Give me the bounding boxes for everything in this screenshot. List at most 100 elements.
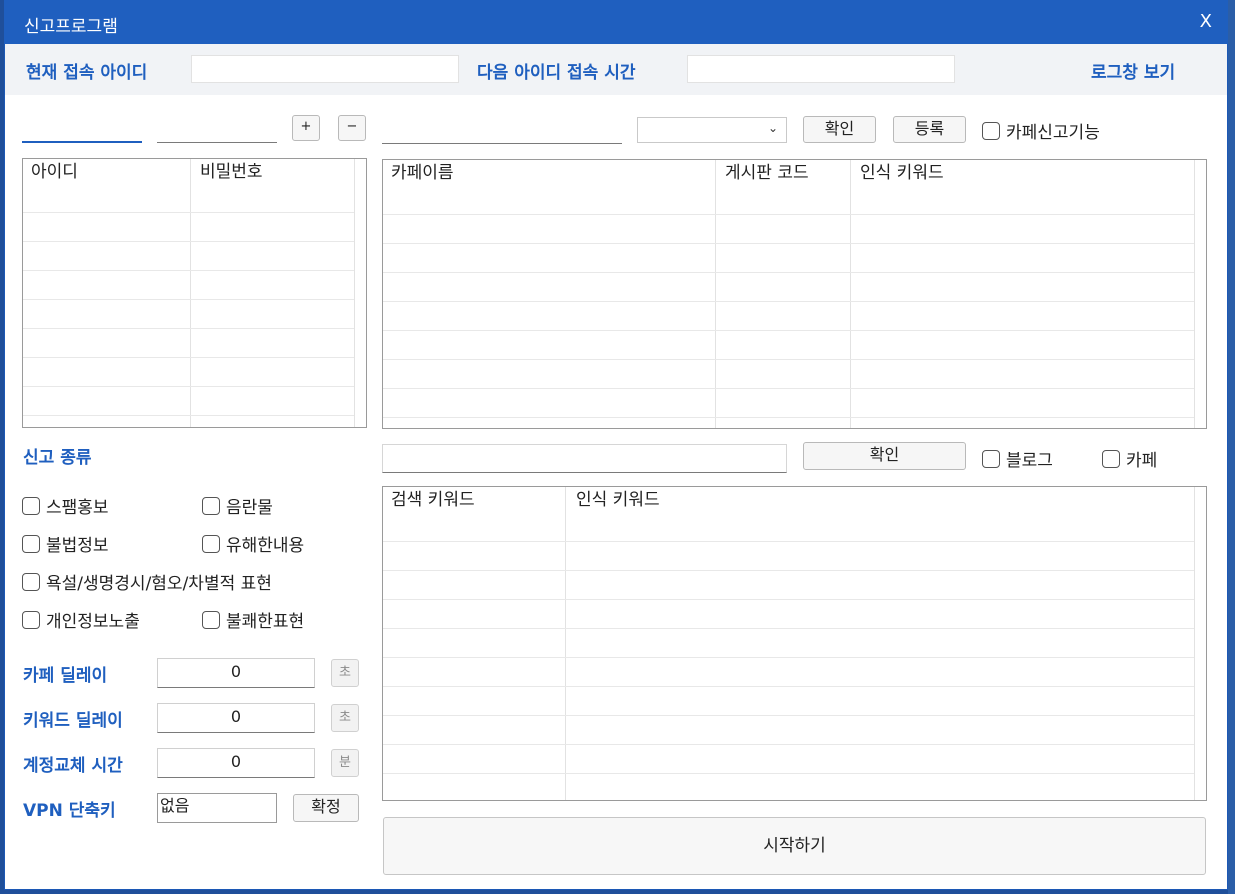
row-divider bbox=[383, 686, 1194, 687]
row-divider bbox=[383, 388, 1194, 389]
checkbox-box[interactable] bbox=[22, 610, 40, 629]
view-log-link[interactable]: 로그창 보기 bbox=[1091, 58, 1175, 83]
checkbox-box[interactable] bbox=[202, 610, 220, 629]
checkbox-box[interactable] bbox=[22, 534, 40, 553]
report-type-spam[interactable]: 스팸홍보 bbox=[22, 493, 109, 518]
remove-account-button[interactable]: − bbox=[338, 115, 366, 141]
keyword-delay-label: 키워드 딜레이 bbox=[23, 711, 123, 731]
report-type-personal-info[interactable]: 개인정보노출 bbox=[22, 607, 140, 632]
cafe-checkbox[interactable]: 카페 bbox=[1102, 446, 1157, 471]
column-header-search-keyword[interactable]: 검색 키워드 bbox=[383, 487, 475, 513]
column-header-recognition-keyword[interactable]: 인식 키워드 bbox=[852, 160, 944, 186]
close-icon[interactable]: X bbox=[1200, 11, 1212, 32]
report-type-label: 스팸홍보 bbox=[46, 498, 109, 518]
keyword-confirm-button[interactable]: 확인 bbox=[803, 442, 966, 470]
row-divider bbox=[23, 328, 354, 329]
vpn-shortcut-input[interactable]: 없음 bbox=[157, 793, 277, 823]
column-header-password[interactable]: 비밀번호 bbox=[192, 159, 263, 185]
report-types-heading: 신고 종류 bbox=[23, 448, 92, 468]
report-type-label: 불쾌한표현 bbox=[226, 612, 305, 632]
row-divider bbox=[383, 570, 1194, 571]
row-divider bbox=[23, 299, 354, 300]
report-type-offensive[interactable]: 불쾌한표현 bbox=[202, 607, 304, 632]
report-type-harmful[interactable]: 유해한내용 bbox=[202, 531, 304, 556]
row-divider bbox=[23, 386, 354, 387]
account-pw-input[interactable] bbox=[157, 114, 277, 143]
current-id-field[interactable] bbox=[191, 55, 459, 83]
row-divider bbox=[383, 628, 1194, 629]
row-divider bbox=[383, 301, 1194, 302]
report-type-illegal[interactable]: 불법정보 bbox=[22, 531, 109, 556]
row-divider bbox=[383, 417, 1194, 418]
cafe-delay-label: 카페 딜레이 bbox=[23, 666, 108, 686]
start-button[interactable]: 시작하기 bbox=[383, 817, 1206, 875]
report-type-obscene[interactable]: 음란물 bbox=[202, 493, 273, 518]
report-type-abuse[interactable]: 욕설/생명경시/혐오/차별적 표현 bbox=[22, 569, 272, 594]
column-header-board-code[interactable]: 게시판 코드 bbox=[717, 160, 809, 186]
blog-label: 블로그 bbox=[1006, 451, 1053, 471]
row-divider bbox=[23, 415, 354, 416]
keyword-delay-input[interactable]: 0 bbox=[157, 703, 315, 733]
cafe-confirm-button[interactable]: 확인 bbox=[803, 116, 876, 143]
row-divider bbox=[383, 214, 1194, 215]
column-divider bbox=[1194, 160, 1195, 428]
row-divider bbox=[383, 657, 1194, 658]
chevron-down-icon: ⌄ bbox=[767, 121, 778, 135]
row-divider bbox=[383, 773, 1194, 774]
report-type-label: 욕설/생명경시/혐오/차별적 표현 bbox=[46, 574, 272, 594]
row-divider bbox=[383, 744, 1194, 745]
account-switch-input[interactable]: 0 bbox=[157, 748, 315, 778]
column-header-id[interactable]: 아이디 bbox=[23, 159, 78, 185]
row-divider bbox=[383, 715, 1194, 716]
cafe-select[interactable]: ⌄ bbox=[637, 117, 787, 143]
account-id-input[interactable] bbox=[22, 114, 142, 143]
keyword-table[interactable]: 검색 키워드 인식 키워드 bbox=[382, 486, 1207, 801]
row-divider bbox=[23, 212, 354, 213]
cafe-name-input[interactable] bbox=[382, 114, 622, 144]
row-divider bbox=[383, 359, 1194, 360]
column-divider bbox=[1194, 487, 1195, 800]
current-id-label: 현재 접속 아이디 bbox=[26, 63, 148, 83]
cafe-register-button[interactable]: 등록 bbox=[893, 116, 966, 143]
column-header-cafe-name[interactable]: 카페이름 bbox=[383, 160, 454, 186]
cafe-delay-input[interactable]: 0 bbox=[157, 658, 315, 688]
cafe-delay-unit: 초 bbox=[331, 659, 359, 687]
row-divider bbox=[23, 357, 354, 358]
cafe-table[interactable]: 카페이름 게시판 코드 인식 키워드 bbox=[382, 159, 1207, 429]
window-title: 신고프로그램 bbox=[24, 17, 118, 37]
blog-checkbox[interactable]: 블로그 bbox=[982, 446, 1053, 471]
report-type-label: 불법정보 bbox=[46, 536, 109, 556]
cafe-report-label: 카페신고기능 bbox=[1006, 123, 1100, 143]
next-id-time-field[interactable] bbox=[687, 55, 955, 83]
checkbox-box[interactable] bbox=[202, 496, 220, 515]
cafe-label: 카페 bbox=[1126, 451, 1158, 471]
column-header-recognition-keyword[interactable]: 인식 키워드 bbox=[568, 487, 660, 513]
account-switch-unit: 분 bbox=[331, 749, 359, 777]
checkbox-box[interactable] bbox=[982, 449, 1000, 468]
row-divider bbox=[383, 243, 1194, 244]
account-switch-label: 계정교체 시간 bbox=[23, 756, 123, 776]
column-divider bbox=[354, 159, 355, 427]
checkbox-box[interactable] bbox=[22, 572, 40, 591]
next-id-time-label: 다음 아이디 접속 시간 bbox=[477, 63, 636, 83]
column-divider bbox=[565, 487, 566, 800]
checkbox-box[interactable] bbox=[1102, 449, 1120, 468]
checkbox-box[interactable] bbox=[982, 121, 1000, 140]
cafe-report-checkbox[interactable]: 카페신고기능 bbox=[982, 118, 1100, 143]
title-bar: 신고프로그램 X bbox=[4, 0, 1228, 44]
checkbox-box[interactable] bbox=[202, 534, 220, 553]
row-divider bbox=[383, 272, 1194, 273]
row-divider bbox=[23, 241, 354, 242]
account-table[interactable]: 아이디 비밀번호 bbox=[22, 158, 367, 428]
row-divider bbox=[383, 599, 1194, 600]
vpn-confirm-button[interactable]: 확정 bbox=[293, 794, 359, 822]
keyword-delay-unit: 초 bbox=[331, 704, 359, 732]
row-divider bbox=[23, 270, 354, 271]
row-divider bbox=[383, 330, 1194, 331]
report-type-label: 유해한내용 bbox=[226, 536, 305, 556]
vpn-shortcut-label: VPN 단축키 bbox=[23, 801, 116, 821]
keyword-input[interactable] bbox=[382, 444, 787, 473]
checkbox-box[interactable] bbox=[22, 496, 40, 515]
add-account-button[interactable]: + bbox=[292, 115, 320, 141]
report-type-label: 음란물 bbox=[226, 498, 273, 518]
